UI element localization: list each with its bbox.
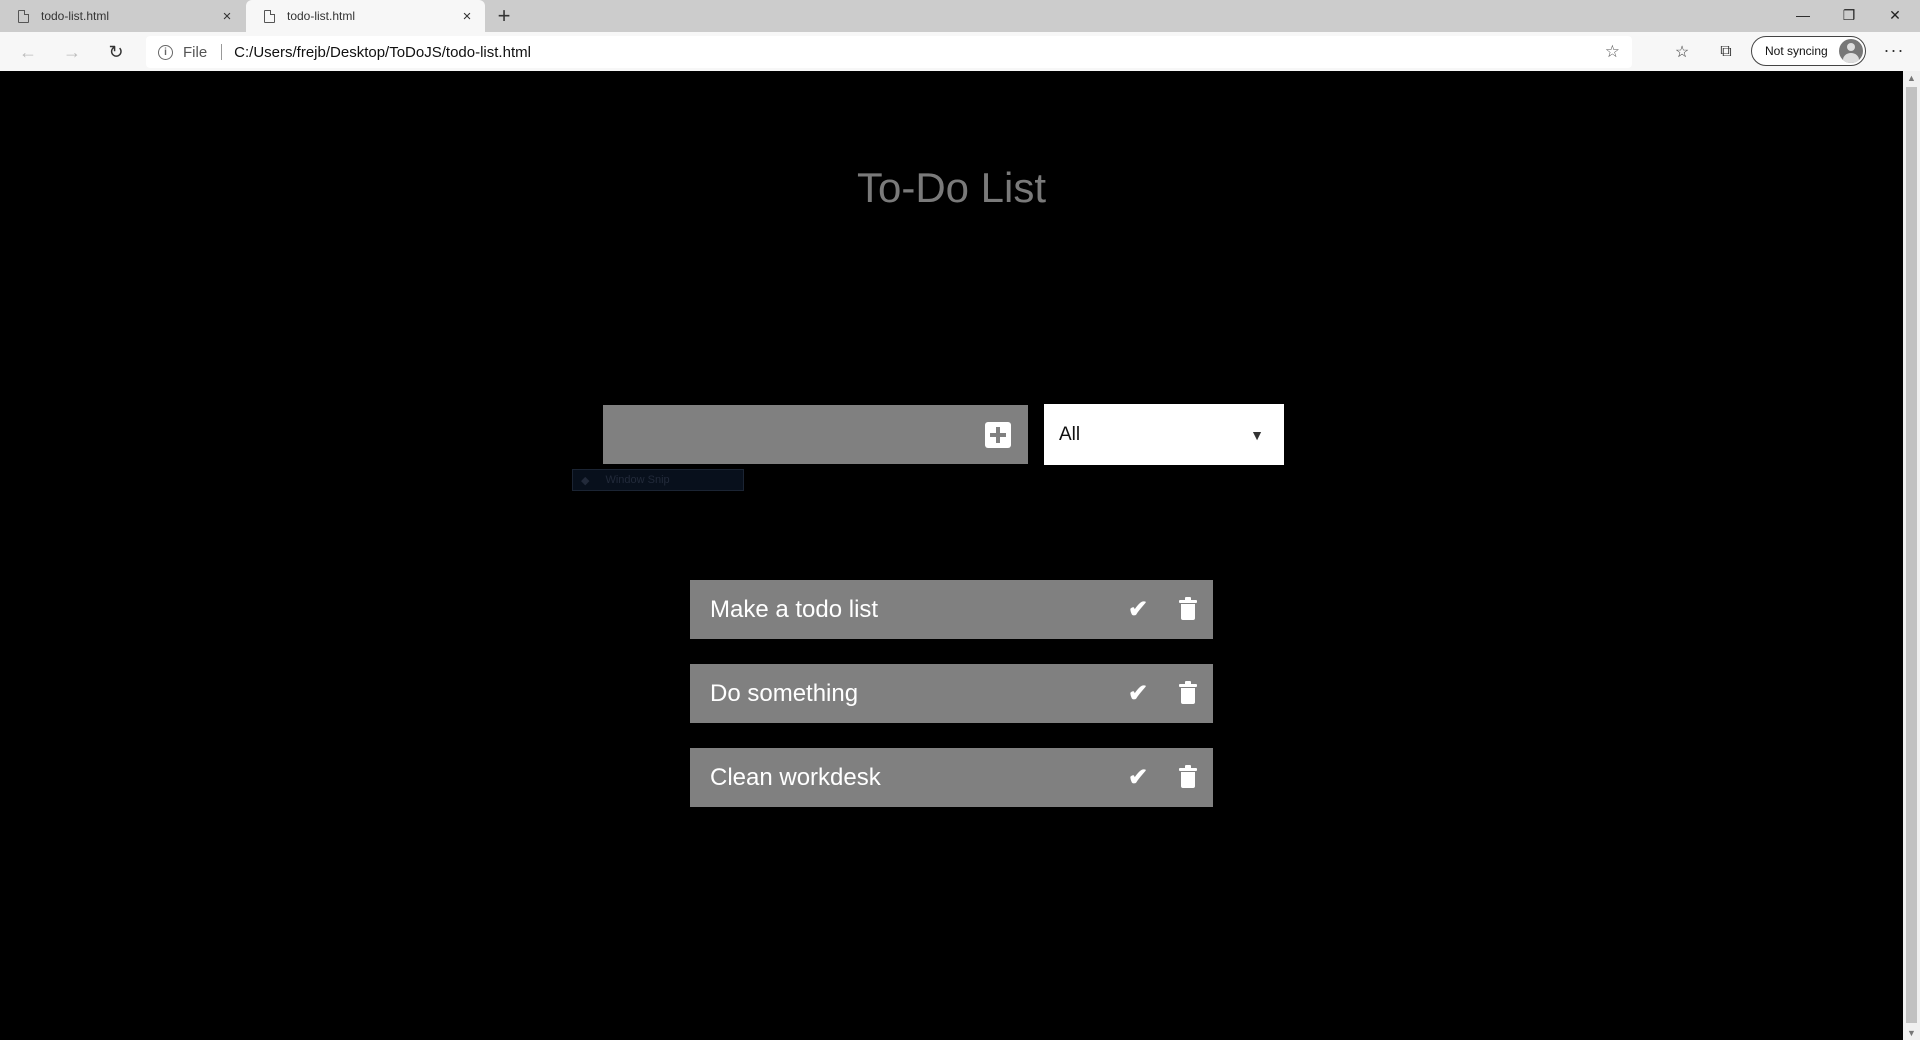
todo-input-group: [603, 405, 1028, 464]
complete-button[interactable]: ✔: [1113, 580, 1163, 639]
address-separator: [221, 44, 223, 60]
complete-button[interactable]: ✔: [1113, 664, 1163, 723]
page-content: To-Do List All ▼ ◆ Window Snip Make a to…: [0, 71, 1903, 1040]
snip-icon: ◆: [581, 474, 590, 487]
checkmark-icon: ✔: [1127, 596, 1149, 623]
window-close-button[interactable]: ✕: [1872, 0, 1918, 30]
maximize-button[interactable]: ❐: [1826, 0, 1872, 30]
todo-text: Do something: [710, 679, 859, 707]
scroll-thumb[interactable]: [1906, 87, 1917, 1023]
refresh-button[interactable]: ↻: [100, 37, 132, 67]
page-icon: [18, 9, 29, 23]
window-snip-overlay: ◆ Window Snip: [572, 469, 744, 491]
todo-input[interactable]: [603, 405, 967, 464]
todo-item: Make a todo list ✔: [690, 580, 1213, 639]
tab-title: todo-list.html: [287, 9, 356, 23]
forward-button[interactable]: →: [56, 37, 88, 67]
complete-button[interactable]: ✔: [1113, 748, 1163, 807]
dropdown-arrow-icon: ▼: [1250, 426, 1264, 443]
back-button[interactable]: ←: [12, 37, 44, 67]
scroll-down-icon[interactable]: ▼: [1903, 1026, 1920, 1040]
scroll-up-icon[interactable]: ▲: [1903, 71, 1920, 85]
trash-icon: [1179, 596, 1197, 620]
page-scrollbar[interactable]: ▲ ▼: [1903, 71, 1920, 1040]
tab-close-icon[interactable]: ×: [217, 8, 237, 25]
snip-label: Window Snip: [605, 474, 670, 486]
delete-button[interactable]: [1163, 748, 1213, 807]
add-todo-button[interactable]: [967, 405, 1028, 464]
delete-button[interactable]: [1163, 580, 1213, 639]
todo-text: Make a todo list: [710, 595, 879, 623]
profile-label: Not syncing: [1765, 44, 1828, 58]
trash-icon: [1179, 680, 1197, 704]
address-url[interactable]: C:/Users/frejb/Desktop/ToDoJS/todo-list.…: [234, 44, 531, 61]
plus-square-icon: [984, 421, 1011, 448]
page-icon: [264, 9, 275, 23]
info-icon[interactable]: i: [158, 44, 173, 60]
checkmark-icon: ✔: [1127, 680, 1149, 707]
profile-button[interactable]: Not syncing: [1751, 36, 1866, 66]
trash-icon: [1179, 764, 1197, 788]
todo-item: Clean workdesk ✔: [690, 748, 1213, 807]
todo-text: Clean workdesk: [710, 763, 881, 791]
browser-toolbar: ← → ↻ i File C:/Users/frejb/Desktop/ToDo…: [0, 32, 1920, 72]
add-favorite-icon[interactable]: ☆: [1605, 42, 1620, 62]
new-tab-button[interactable]: +: [492, 3, 516, 29]
address-scheme: File: [183, 43, 208, 61]
avatar-icon: [1839, 39, 1863, 63]
more-menu-button[interactable]: ···: [1880, 37, 1908, 65]
favorites-icon[interactable]: ☆: [1670, 41, 1694, 63]
tab-strip: todo-list.html × todo-list.html × + — ❐ …: [0, 0, 1920, 32]
filter-selected-value: All: [1059, 423, 1081, 445]
todo-item: Do something ✔: [690, 664, 1213, 723]
tab-title: todo-list.html: [41, 9, 110, 23]
checkmark-icon: ✔: [1127, 764, 1149, 791]
minimize-button[interactable]: —: [1780, 0, 1826, 30]
delete-button[interactable]: [1163, 664, 1213, 723]
browser-tab-2-active[interactable]: todo-list.html ×: [246, 0, 485, 32]
filter-select[interactable]: All ▼: [1044, 404, 1284, 465]
browser-tab-1[interactable]: todo-list.html ×: [0, 0, 245, 32]
tab-close-icon[interactable]: ×: [457, 8, 477, 25]
collections-icon[interactable]: ⧉: [1714, 41, 1738, 63]
address-bar[interactable]: i File C:/Users/frejb/Desktop/ToDoJS/tod…: [146, 36, 1632, 68]
page-title: To-Do List: [856, 164, 1047, 211]
